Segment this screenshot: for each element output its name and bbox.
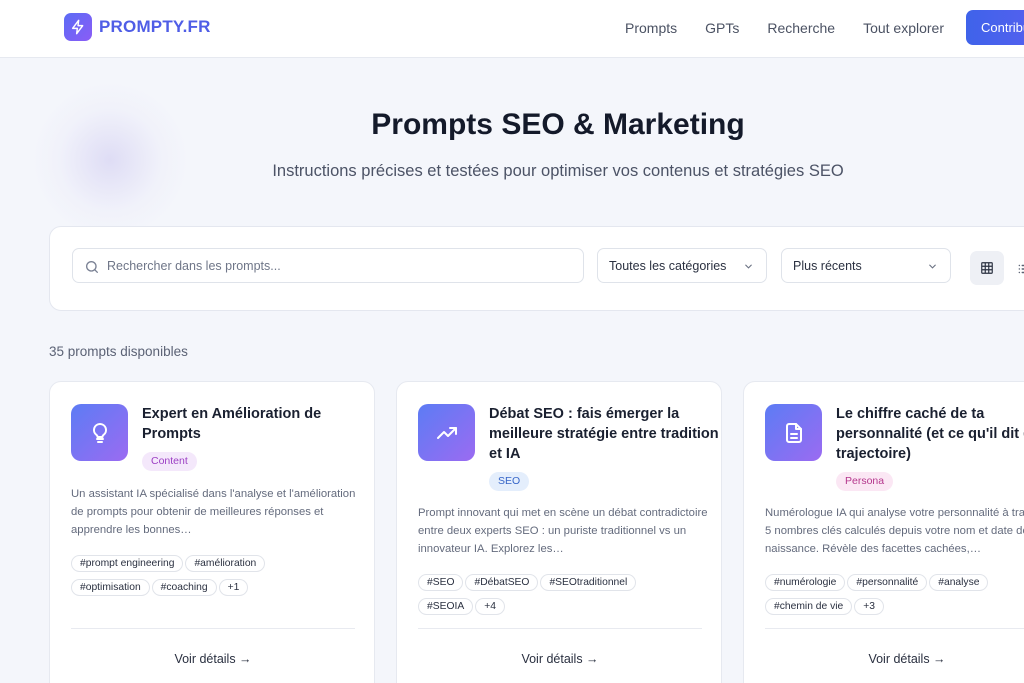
more-tags-badge[interactable]: +3 bbox=[854, 598, 885, 615]
grid-icon bbox=[981, 262, 993, 274]
page-title: Prompts SEO & Marketing bbox=[371, 108, 745, 141]
view-details-link[interactable]: Voir détails → bbox=[744, 652, 1024, 666]
tag[interactable]: #optimisation bbox=[71, 579, 150, 596]
tag[interactable]: #personnalité bbox=[847, 574, 928, 591]
lightbulb-icon bbox=[71, 404, 128, 461]
view-details-link[interactable]: Voir détails → bbox=[50, 652, 376, 666]
search-box[interactable] bbox=[72, 248, 584, 283]
chevron-down-icon bbox=[745, 264, 752, 269]
search-icon bbox=[86, 261, 98, 273]
card-title[interactable]: Débat SEO : fais émerger la meilleure st… bbox=[489, 404, 719, 464]
tag[interactable]: #chemin de vie bbox=[765, 598, 853, 615]
divider bbox=[418, 628, 702, 629]
page-subtitle: Instructions précises et testées pour op… bbox=[272, 162, 844, 180]
category-badge: Content bbox=[142, 452, 197, 471]
divider bbox=[765, 628, 1024, 629]
prompt-card[interactable]: Débat SEO : fais émerger la meilleure st… bbox=[396, 381, 722, 683]
tag-list: #SEO #DébatSEO #SEOtraditionnel #SEOIA +4 bbox=[418, 572, 718, 620]
lightning-icon bbox=[64, 13, 92, 41]
category-select-value: Toutes les catégories bbox=[609, 259, 727, 273]
tag[interactable]: #DébatSEO bbox=[465, 574, 539, 591]
list-view-button[interactable] bbox=[1017, 262, 1024, 281]
category-select[interactable]: Toutes les catégories bbox=[597, 248, 767, 283]
logo[interactable]: PROMPTY.FR bbox=[64, 13, 211, 41]
nav-prompts[interactable]: Prompts bbox=[625, 20, 677, 36]
tag[interactable]: #amélioration bbox=[185, 555, 266, 572]
prompt-card[interactable]: Expert en Amélioration de Prompts Conten… bbox=[49, 381, 375, 683]
prompt-card[interactable]: Le chiffre caché de ta personnalité (et … bbox=[743, 381, 1024, 683]
main-nav: Prompts GPTs Recherche Tout explorer bbox=[625, 20, 972, 36]
background-glow bbox=[30, 80, 190, 240]
grid-view-button[interactable] bbox=[970, 251, 1004, 285]
tag-list: #numérologie #personnalité #analyse #chemin… bbox=[765, 572, 1024, 620]
tag-list: #prompt engineering #amélioration #optimis… bbox=[71, 553, 371, 601]
chevron-down-icon bbox=[929, 264, 936, 269]
tag[interactable]: #numérologie bbox=[765, 574, 846, 591]
document-icon bbox=[765, 404, 822, 461]
logo-text: PROMPTY.FR bbox=[99, 17, 211, 36]
nav-recherche[interactable]: Recherche bbox=[767, 20, 835, 36]
tag[interactable]: #prompt engineering bbox=[71, 555, 184, 572]
top-navbar: PROMPTY.FR Prompts GPTs Recherche Tout e… bbox=[0, 0, 1024, 58]
card-description: Un assistant IA spécialisé dans l'analys… bbox=[71, 488, 356, 536]
contribute-button[interactable]: Contribuer bbox=[966, 10, 1024, 45]
sort-select[interactable]: Plus récents bbox=[781, 248, 951, 283]
more-tags-badge[interactable]: +1 bbox=[218, 579, 249, 596]
search-input[interactable] bbox=[107, 256, 567, 276]
card-description: Numérologue IA qui analyse votre personn… bbox=[765, 507, 1024, 555]
view-details-link[interactable]: Voir détails → bbox=[397, 652, 723, 666]
card-title[interactable]: Expert en Amélioration de Prompts bbox=[142, 404, 372, 444]
tag[interactable]: #analyse bbox=[929, 574, 989, 591]
results-count: 35 prompts disponibles bbox=[49, 344, 188, 359]
more-tags-badge[interactable]: +4 bbox=[475, 598, 505, 615]
nav-gpts[interactable]: GPTs bbox=[705, 20, 739, 36]
filter-panel: Toutes les catégories Plus récents bbox=[49, 226, 1024, 311]
list-icon bbox=[1018, 264, 1024, 274]
card-description: Prompt innovant qui met en scène un déba… bbox=[418, 507, 708, 555]
tag[interactable]: #SEOtraditionnel bbox=[540, 574, 637, 591]
tag[interactable]: #SEO bbox=[418, 574, 464, 591]
category-badge: SEO bbox=[489, 472, 530, 491]
tag[interactable]: #coaching bbox=[151, 579, 217, 596]
divider bbox=[71, 628, 355, 629]
sort-select-value: Plus récents bbox=[793, 259, 862, 273]
tag[interactable]: #SEOIA bbox=[418, 598, 474, 615]
card-title[interactable]: Le chiffre caché de ta personnalité (et … bbox=[836, 404, 1024, 464]
nav-tout-explorer[interactable]: Tout explorer bbox=[863, 20, 944, 36]
trending-up-icon bbox=[418, 404, 475, 461]
category-badge: Persona bbox=[836, 472, 894, 491]
